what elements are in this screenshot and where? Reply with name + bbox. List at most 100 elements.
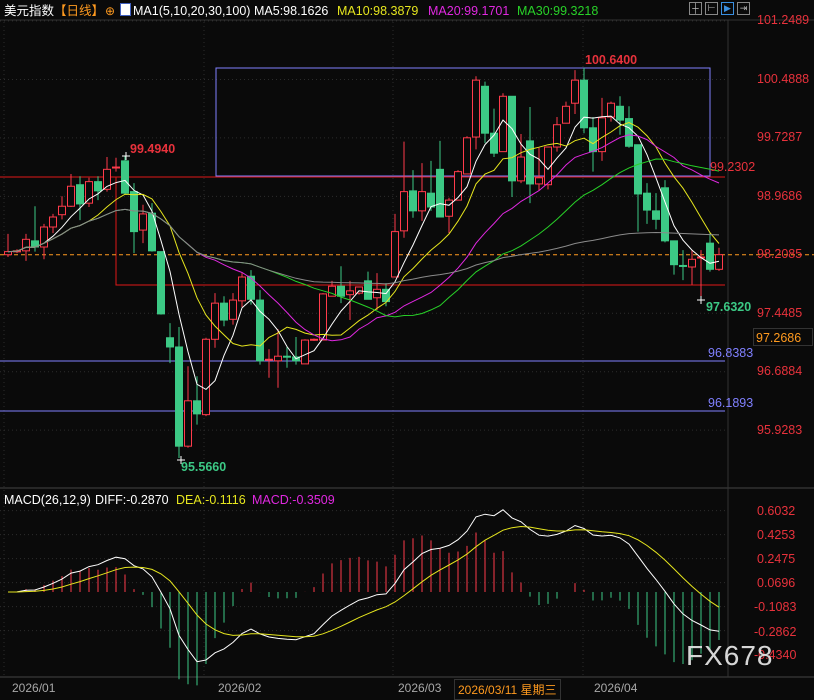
ma20-line bbox=[7, 134, 720, 342]
price-axis-label: 98.2085 bbox=[757, 247, 803, 261]
period-label[interactable]: 【日线】 bbox=[54, 3, 104, 19]
ma20-value: MA20:99.1701 bbox=[428, 4, 510, 18]
candle-down bbox=[130, 191, 138, 233]
recent-low-marker-icon bbox=[697, 296, 705, 304]
macd-axis-label: 0.0696 bbox=[757, 576, 796, 590]
macd-axis-label: 0.6032 bbox=[757, 504, 796, 518]
candle-up bbox=[211, 302, 219, 340]
candle-up bbox=[562, 105, 570, 124]
date-tick: 2026/02 bbox=[218, 681, 262, 695]
candle-down bbox=[436, 168, 444, 218]
macd-axis-label: -0.2862 bbox=[754, 625, 797, 639]
candle-up bbox=[112, 166, 120, 169]
date-tick: 2026/03 bbox=[398, 681, 442, 695]
crosshair-date-label: 2026/03/11 星期三 bbox=[454, 679, 561, 700]
candle-down bbox=[634, 144, 642, 195]
date-tick: 2026/04 bbox=[594, 681, 638, 695]
crosshair-tool-icon[interactable]: ┼ bbox=[689, 2, 702, 15]
play-tool-icon[interactable]: ▶ bbox=[721, 2, 734, 15]
candle-down bbox=[220, 302, 228, 321]
ma-set-label: MA1(5,10,20,30,100) bbox=[133, 4, 251, 18]
macd-dea-line bbox=[8, 525, 720, 638]
expand-tool-icon[interactable]: ⇥ bbox=[737, 2, 750, 15]
price-axis-label: 95.9283 bbox=[757, 423, 803, 437]
recent-low-label: 97.6320 bbox=[706, 300, 752, 314]
candle-down bbox=[121, 160, 129, 194]
candle-up bbox=[391, 231, 399, 278]
candle-up bbox=[139, 213, 147, 231]
price-axis-label: 98.9686 bbox=[757, 189, 803, 203]
crosshair-price-label: 97.2686 bbox=[753, 328, 813, 346]
candle-up bbox=[463, 137, 471, 175]
price-axis-label: 99.7287 bbox=[757, 130, 803, 144]
macd-axis-label: 0.4253 bbox=[757, 528, 796, 542]
ma10-value: MA10:98.3879 bbox=[337, 4, 419, 18]
candle-up bbox=[4, 251, 12, 256]
candle-down bbox=[652, 210, 660, 220]
candle-up bbox=[400, 191, 408, 232]
ma10-line bbox=[7, 121, 720, 347]
candlestick-chart[interactable] bbox=[0, 0, 814, 696]
candle-down bbox=[193, 400, 201, 415]
candle-down bbox=[589, 127, 597, 153]
candle-down bbox=[175, 346, 183, 447]
candle-up bbox=[202, 338, 210, 416]
candle-down bbox=[427, 192, 435, 208]
candle-down bbox=[643, 192, 651, 211]
candle-up bbox=[571, 79, 579, 104]
candle-up bbox=[445, 199, 453, 217]
candle-up bbox=[346, 290, 354, 296]
candle-down bbox=[508, 95, 516, 182]
low-price-label: 95.5660 bbox=[181, 460, 227, 474]
candle-up bbox=[85, 181, 93, 204]
candle-up bbox=[301, 339, 309, 365]
support1-label: 96.8383 bbox=[708, 346, 754, 360]
date-tick: 2026/01 bbox=[12, 681, 56, 695]
local-high-label: 99.4940 bbox=[130, 142, 176, 156]
ma5-value: MA5:98.1626 bbox=[254, 4, 329, 18]
fx678-watermark: FX678 bbox=[686, 640, 774, 671]
resistance-label: 99.2302 bbox=[710, 160, 756, 174]
candle-down bbox=[94, 181, 102, 192]
ma100-line bbox=[7, 208, 720, 285]
candle-up bbox=[373, 288, 381, 299]
candle-up bbox=[22, 238, 30, 252]
candle-up bbox=[229, 299, 237, 320]
candle-up bbox=[454, 171, 462, 201]
candle-up bbox=[310, 338, 318, 341]
candle-up bbox=[535, 177, 543, 185]
candle-down bbox=[409, 190, 417, 212]
candle-up bbox=[238, 276, 246, 302]
candle-down bbox=[616, 105, 624, 121]
candle-up bbox=[517, 156, 525, 182]
support2-label: 96.1893 bbox=[708, 396, 754, 410]
high-marker-icon bbox=[122, 152, 130, 160]
price-axis-label: 96.6884 bbox=[757, 364, 803, 378]
candle-up bbox=[274, 355, 282, 362]
crosshair-icon[interactable]: ⊕ bbox=[105, 3, 115, 19]
price-axis-label: 97.4485 bbox=[757, 306, 803, 320]
candle-up bbox=[49, 216, 57, 228]
macd-title: MACD(26,12,9) bbox=[4, 493, 91, 507]
symbol-title: 美元指数 bbox=[4, 4, 55, 18]
price-axis-label: 100.4888 bbox=[757, 72, 810, 86]
candle-up bbox=[184, 400, 192, 447]
macd-dea-value: DEA:-0.1116 bbox=[176, 493, 246, 507]
candle-down bbox=[526, 140, 534, 185]
price-axis-label: 101.2489 bbox=[757, 13, 810, 27]
candle-up bbox=[265, 358, 273, 361]
candle-down bbox=[490, 132, 498, 154]
candle-up bbox=[355, 286, 363, 294]
candle-up bbox=[58, 205, 66, 216]
ma-icon[interactable] bbox=[120, 3, 131, 16]
candle-down bbox=[706, 242, 714, 270]
ma30-value: MA30:99.3218 bbox=[517, 4, 599, 18]
high-price-label: 100.6400 bbox=[585, 53, 638, 67]
candle-up bbox=[688, 258, 696, 268]
candle-up bbox=[418, 191, 426, 212]
candle-down bbox=[157, 251, 165, 315]
candle-down bbox=[256, 299, 264, 362]
range-tool-icon[interactable]: ⊢ bbox=[705, 2, 718, 15]
candle-down bbox=[481, 85, 489, 134]
candle-down bbox=[166, 337, 174, 348]
